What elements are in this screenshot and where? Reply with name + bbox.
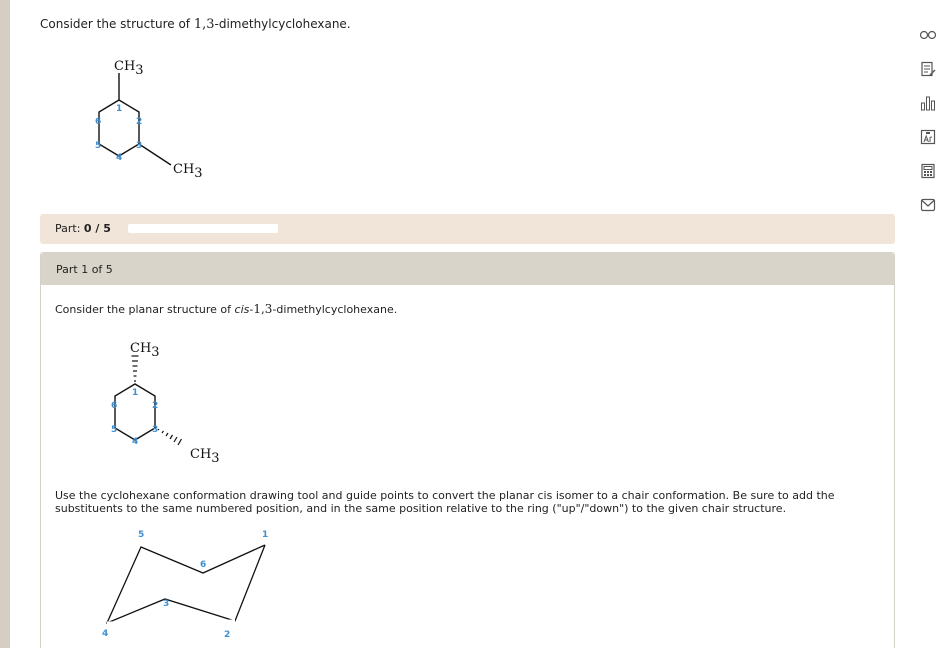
infinity-icon (919, 30, 937, 40)
intro-text: Consider the structure of 1,3-dimethylcy… (40, 17, 351, 32)
chair-conformation: 1 2 3 4 5 6 (102, 530, 268, 640)
methyl-label-top: CH3 (130, 341, 160, 360)
ring-number-2: 2 (136, 117, 142, 127)
part-progress: Part: 0 / 5 (40, 214, 895, 244)
bar-chart-icon (921, 96, 935, 111)
chair-number-1: 1 (262, 530, 268, 540)
periodic-table-button[interactable] (917, 126, 939, 148)
ring-number-5: 5 (95, 141, 101, 151)
part-question: Consider the planar structure of cis-1,3… (55, 302, 398, 316)
chair-number-4: 4 (102, 629, 108, 639)
mail-icon (920, 198, 936, 212)
chair-outline-lower (106, 598, 236, 624)
intro-before: Consider the structure of (40, 17, 194, 31)
molecule-main: CH3 CH3 1 2 3 4 5 6 (95, 59, 203, 181)
chair-instructions: Use the cyclohexane conformation drawing… (55, 489, 835, 515)
chair-number-3: 3 (163, 599, 169, 609)
ring-number-6: 6 (111, 401, 117, 411)
calculator-button[interactable] (917, 160, 939, 182)
intro-number: 1,3 (193, 17, 215, 32)
chair-outline-upper (105, 544, 266, 624)
chair-number-6: 6 (200, 560, 206, 570)
progress-track (128, 224, 278, 233)
part-header: Part 1 of 5 (41, 253, 894, 285)
ring-number-4: 4 (132, 437, 138, 447)
message-button[interactable] (917, 194, 939, 216)
ring-number-3: 3 (136, 141, 142, 151)
ring-number-1: 1 (116, 104, 122, 114)
ring-number-2: 2 (152, 401, 158, 411)
notes-button[interactable] (917, 58, 939, 80)
methyl-bond-right (138, 143, 172, 166)
ring-number-5: 5 (111, 425, 117, 435)
ring-number-3: 3 (152, 425, 158, 435)
ring-number-6: 6 (95, 117, 101, 127)
chair-number-5: 5 (138, 530, 144, 540)
hashed-bond-top (131, 355, 139, 382)
chair-number-2: 2 (224, 630, 230, 640)
data-button[interactable] (917, 92, 939, 114)
ring-number-4: 4 (116, 153, 122, 163)
cis-italic: cis (234, 303, 250, 316)
infinity-button[interactable] (917, 24, 939, 46)
methyl-label-right: CH3 (190, 447, 220, 466)
molecule-cis: CH3 CH3 1 2 3 4 5 6 (111, 341, 220, 466)
part-header-title: Part 1 of 5 (56, 263, 113, 276)
intro-after: -dimethylcyclohexane. (214, 17, 351, 31)
progress-label: Part: 0 / 5 (55, 222, 111, 235)
chair-outline-mask (106, 619, 236, 625)
hashed-bond-right (157, 428, 183, 446)
calculator-icon (921, 163, 935, 179)
periodic-table-icon (920, 129, 936, 145)
methyl-label-right: CH3 (173, 162, 203, 181)
ring-number-1: 1 (132, 388, 138, 398)
left-rail (0, 0, 10, 648)
notes-icon (921, 61, 936, 77)
progress-value: 0 / 5 (83, 222, 111, 235)
